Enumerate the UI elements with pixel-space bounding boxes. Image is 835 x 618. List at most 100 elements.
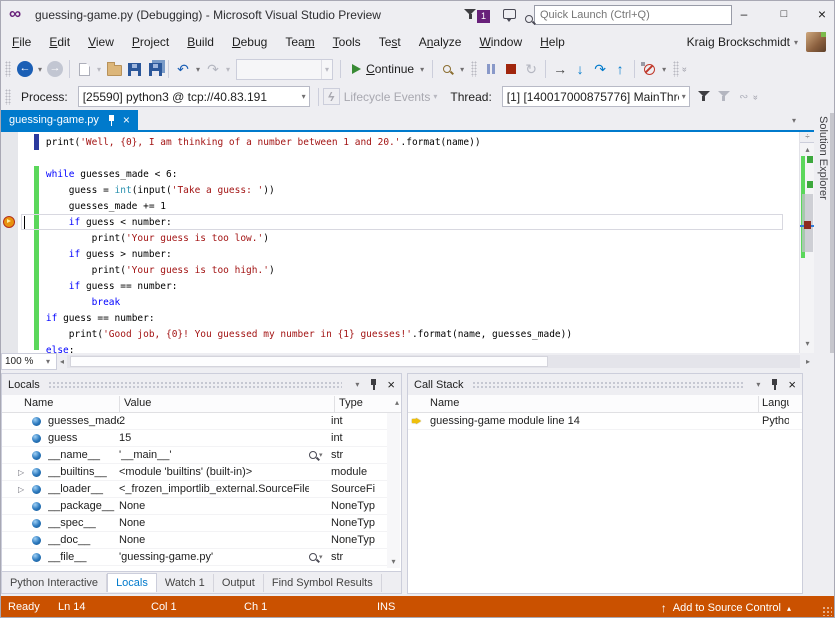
code-editor[interactable]: print('Well, {0}, I am thinking of a num…	[1, 132, 799, 353]
tab-solution-explorer[interactable]: Solution Explorer	[817, 116, 829, 200]
close-icon[interactable]: ×	[788, 377, 796, 392]
window-position-caret-icon[interactable]: ▾	[756, 380, 760, 389]
notification-count-badge[interactable]: 1	[477, 10, 490, 23]
menu-item-build[interactable]: Build	[178, 31, 223, 53]
scroll-up-icon[interactable]: ▴	[395, 398, 399, 407]
break-all-button[interactable]	[482, 58, 500, 80]
scroll-down-icon[interactable]: ▾	[387, 557, 400, 566]
scrollbar-thumb[interactable]	[70, 356, 548, 367]
attach-to-process-button[interactable]	[438, 58, 456, 80]
menu-item-edit[interactable]: Edit	[40, 31, 79, 53]
menu-item-window[interactable]: Window	[470, 31, 531, 53]
table-row[interactable]: guessing-game module line 14Python	[408, 413, 802, 430]
tab-find-symbol-results[interactable]: Find Symbol Results	[264, 574, 382, 592]
step-over-button[interactable]: ↷	[591, 58, 609, 80]
save-button[interactable]	[125, 58, 143, 80]
back-dropdown-caret-icon[interactable]: ▾	[35, 65, 45, 74]
table-row[interactable]: guess15int	[2, 430, 387, 447]
minimize-button[interactable]: –	[727, 1, 761, 27]
zoom-caret-icon[interactable]: ▾	[43, 357, 53, 366]
new-file-caret-icon[interactable]: ▾	[94, 65, 104, 74]
toolbar-grip[interactable]	[673, 61, 679, 77]
step-into-button[interactable]: ↓	[571, 58, 589, 80]
redo-caret-icon[interactable]: ▾	[223, 65, 233, 74]
show-threads-flagged-button[interactable]	[695, 86, 713, 108]
menu-item-view[interactable]: View	[79, 31, 123, 53]
menu-item-tools[interactable]: Tools	[324, 31, 370, 53]
pin-icon[interactable]	[770, 379, 779, 390]
quick-launch-box[interactable]	[534, 5, 732, 25]
process-combo[interactable]: [25590] python3 @ tcp://40.83.191 ▾	[78, 86, 310, 107]
breakpoint-gutter[interactable]	[1, 132, 18, 353]
scroll-left-icon[interactable]: ◂	[57, 357, 67, 366]
current-statement-icon[interactable]	[3, 216, 15, 228]
scroll-right-icon[interactable]: ▸	[802, 357, 814, 366]
column-name[interactable]: Name	[430, 397, 459, 409]
tab-python-interactive[interactable]: Python Interactive	[2, 574, 107, 592]
breakpoints-caret-icon[interactable]: ▾	[659, 65, 669, 74]
window-position-caret-icon[interactable]: ▾	[355, 380, 359, 389]
toggle-flagged-button[interactable]	[715, 86, 733, 108]
editor-vertical-scrollbar[interactable]: ÷ ▴ ▾	[799, 132, 814, 353]
table-row[interactable]: __package__NoneNoneTyp	[2, 498, 387, 515]
signed-in-user[interactable]: Kraig Brockschmidt	[687, 35, 790, 49]
undo-caret-icon[interactable]: ▾	[193, 65, 203, 74]
menu-item-help[interactable]: Help	[531, 31, 574, 53]
thread-caret-icon[interactable]: ▾	[679, 92, 689, 101]
resize-grip[interactable]	[822, 606, 832, 616]
magnifier-icon[interactable]: ▾	[309, 553, 331, 561]
redo-button[interactable]: ↷	[204, 58, 222, 80]
close-button[interactable]: ×	[805, 1, 835, 27]
table-row[interactable]: guesses_made2int	[2, 413, 387, 430]
table-row[interactable]: ▷__builtins__<module 'builtins' (built-i…	[2, 464, 387, 481]
locals-titlebar[interactable]: Locals ▾ ×	[2, 374, 401, 395]
editor-zoom-control[interactable]: 100 % ▾	[1, 353, 57, 370]
editor-horizontal-scrollbar[interactable]	[67, 355, 800, 368]
user-avatar[interactable]	[806, 32, 826, 52]
table-row[interactable]: ▷__loader__<_frozen_importlib_external.S…	[2, 481, 387, 498]
add-to-source-control-button[interactable]: ↑ Add to Source Control ▴	[661, 601, 791, 615]
tab-close-icon[interactable]: ×	[123, 113, 130, 127]
show-next-statement-button[interactable]: →	[551, 58, 569, 80]
continue-caret-icon[interactable]: ▾	[417, 65, 427, 74]
menu-item-debug[interactable]: Debug	[223, 31, 276, 53]
step-out-button[interactable]: ↑	[611, 58, 629, 80]
table-row[interactable]: __file__'guessing-game.py'▾str	[2, 549, 387, 566]
menu-item-project[interactable]: Project	[123, 31, 178, 53]
toolbar-grip[interactable]	[5, 61, 11, 77]
column-name[interactable]: Name	[24, 397, 53, 409]
pin-icon[interactable]	[369, 379, 378, 390]
close-icon[interactable]: ×	[387, 377, 395, 392]
toolbar-overflow-caret-icon[interactable]: ▾	[457, 65, 467, 74]
scroll-up-icon[interactable]: ▴	[800, 145, 815, 154]
new-file-button[interactable]	[75, 58, 93, 80]
menu-item-file[interactable]: File	[3, 31, 40, 53]
menu-item-analyze[interactable]: Analyze	[410, 31, 471, 53]
table-row[interactable]: __spec__NoneNoneTyp	[2, 515, 387, 532]
pin-icon[interactable]	[107, 115, 116, 126]
magnifier-icon[interactable]: ▾	[309, 451, 331, 459]
feedback-icon[interactable]	[503, 9, 516, 19]
expand-icon[interactable]: ▷	[18, 468, 32, 477]
column-language[interactable]: Language	[762, 397, 789, 409]
scroll-down-icon[interactable]: ▾	[800, 339, 815, 348]
column-type[interactable]: Type	[339, 397, 363, 409]
open-file-button[interactable]	[105, 58, 123, 80]
toolbar-overflow-icon[interactable]: »	[680, 67, 690, 71]
menu-item-team[interactable]: Team	[276, 31, 323, 53]
quick-launch-input[interactable]	[540, 7, 700, 23]
navigate-back-button[interactable]: ←	[16, 58, 34, 80]
tab-locals[interactable]: Locals	[107, 573, 157, 592]
toolbar-overflow-icon[interactable]: »	[751, 94, 761, 98]
maximize-button[interactable]: □	[767, 1, 801, 27]
continue-button[interactable]: Continue ▾	[346, 58, 427, 80]
locals-scrollbar[interactable]: ▾	[387, 413, 400, 568]
undo-button[interactable]: ↶	[174, 58, 192, 80]
restart-button[interactable]: ↻	[522, 58, 540, 80]
process-caret-icon[interactable]: ▾	[299, 92, 309, 101]
tab-watch-1[interactable]: Watch 1	[157, 574, 214, 592]
menu-item-test[interactable]: Test	[370, 31, 410, 53]
split-handle-icon[interactable]: ÷	[800, 132, 815, 143]
column-value[interactable]: Value	[124, 397, 151, 409]
thread-combo[interactable]: [1] [140017000875776] MainThread ▾	[502, 86, 690, 107]
